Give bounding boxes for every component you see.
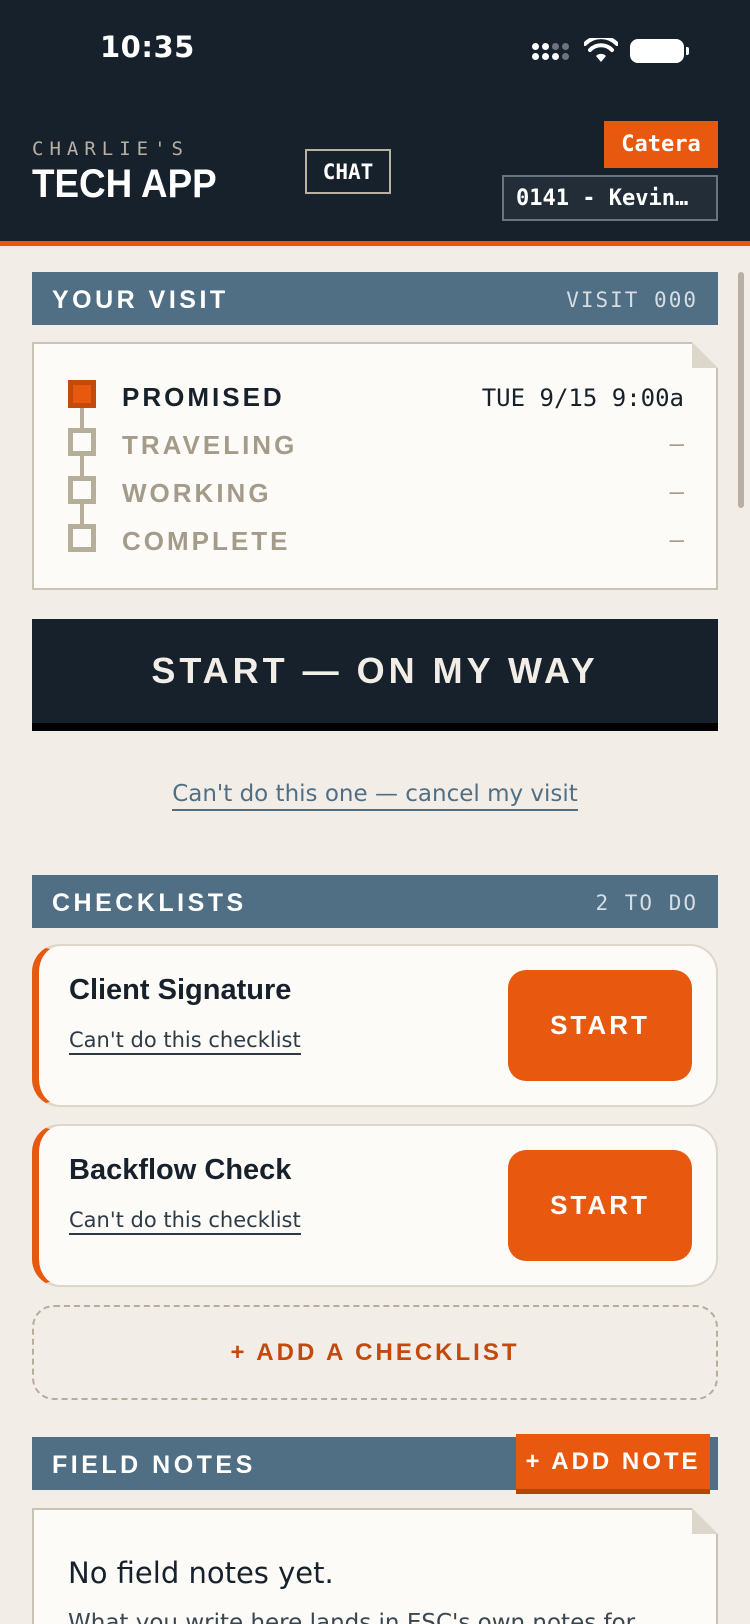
stage-traveling-marker xyxy=(68,428,96,456)
battery-icon xyxy=(630,39,689,63)
scrollbar[interactable] xyxy=(738,272,744,508)
status-time: 10:35 xyxy=(100,30,195,64)
checklist-card: Backflow Check Can't do this checklist S… xyxy=(32,1124,718,1287)
stage-value-working: — xyxy=(669,478,684,506)
status-track xyxy=(68,380,96,560)
stage-value-traveling: — xyxy=(669,430,684,458)
stage-complete-marker xyxy=(68,524,96,552)
brand-subtitle: CHARLIE'S xyxy=(32,138,189,160)
stage-value-promised: TUE 9/15 9:00a xyxy=(481,384,684,412)
brand-title: TECH APP xyxy=(32,162,217,206)
stage-label-promised: PROMISED xyxy=(122,382,285,412)
visit-section-header: YOUR VISIT VISIT 000 xyxy=(32,272,718,325)
cancel-visit-link-wrap: Can't do this one — cancel my visit xyxy=(0,781,750,811)
start-checklist-button[interactable]: START xyxy=(508,970,692,1081)
stage-label-traveling: TRAVELING xyxy=(122,430,298,460)
cellular-signal-icon xyxy=(532,42,572,60)
checklist-title: Client Signature xyxy=(69,974,292,1006)
stage-label-working: WORKING xyxy=(122,478,272,508)
skip-checklist-link[interactable]: Can't do this checklist xyxy=(69,1208,301,1235)
app-header: 10:35 CHARLIE'S TECH APP CHAT Catera 014… xyxy=(0,0,750,246)
visit-number: VISIT 000 xyxy=(566,288,698,312)
stage-label-complete: COMPLETE xyxy=(122,526,291,556)
checklists-section-header: CHECKLISTS 2 TO DO xyxy=(32,875,718,928)
wifi-icon xyxy=(584,38,618,62)
cancel-visit-link[interactable]: Can't do this one — cancel my visit xyxy=(172,781,578,811)
tenant-badge[interactable]: Catera xyxy=(604,121,718,168)
checklist-card: Client Signature Can't do this checklist… xyxy=(32,944,718,1107)
status-icons xyxy=(532,36,689,66)
chat-button[interactable]: CHAT xyxy=(305,149,391,194)
checklists-count: 2 TO DO xyxy=(595,891,698,915)
stage-working-marker xyxy=(68,476,96,504)
start-on-my-way-button[interactable]: START — ON MY WAY xyxy=(32,619,718,731)
visit-section-title: YOUR VISIT xyxy=(52,286,229,314)
checklist-title: Backflow Check xyxy=(69,1154,292,1186)
skip-checklist-link[interactable]: Can't do this checklist xyxy=(69,1028,301,1055)
add-note-button[interactable]: + ADD NOTE xyxy=(516,1434,710,1494)
field-notes-hint-text: What you write here lands in ESC's own n… xyxy=(68,1610,636,1624)
field-notes-section-title: FIELD NOTES xyxy=(52,1451,256,1479)
technician-select[interactable]: 0141 - Kevin… xyxy=(502,175,718,221)
checklists-section-title: CHECKLISTS xyxy=(52,889,247,917)
visit-status-card: PROMISED TUE 9/15 9:00a TRAVELING — WORK… xyxy=(32,342,718,590)
stage-value-complete: — xyxy=(669,526,684,554)
stage-promised-marker xyxy=(68,380,96,408)
add-checklist-button[interactable]: + ADD A CHECKLIST xyxy=(32,1305,718,1400)
field-notes-empty-text: No field notes yet. xyxy=(68,1556,334,1590)
start-checklist-button[interactable]: START xyxy=(508,1150,692,1261)
field-notes-card: No field notes yet. What you write here … xyxy=(32,1508,718,1624)
